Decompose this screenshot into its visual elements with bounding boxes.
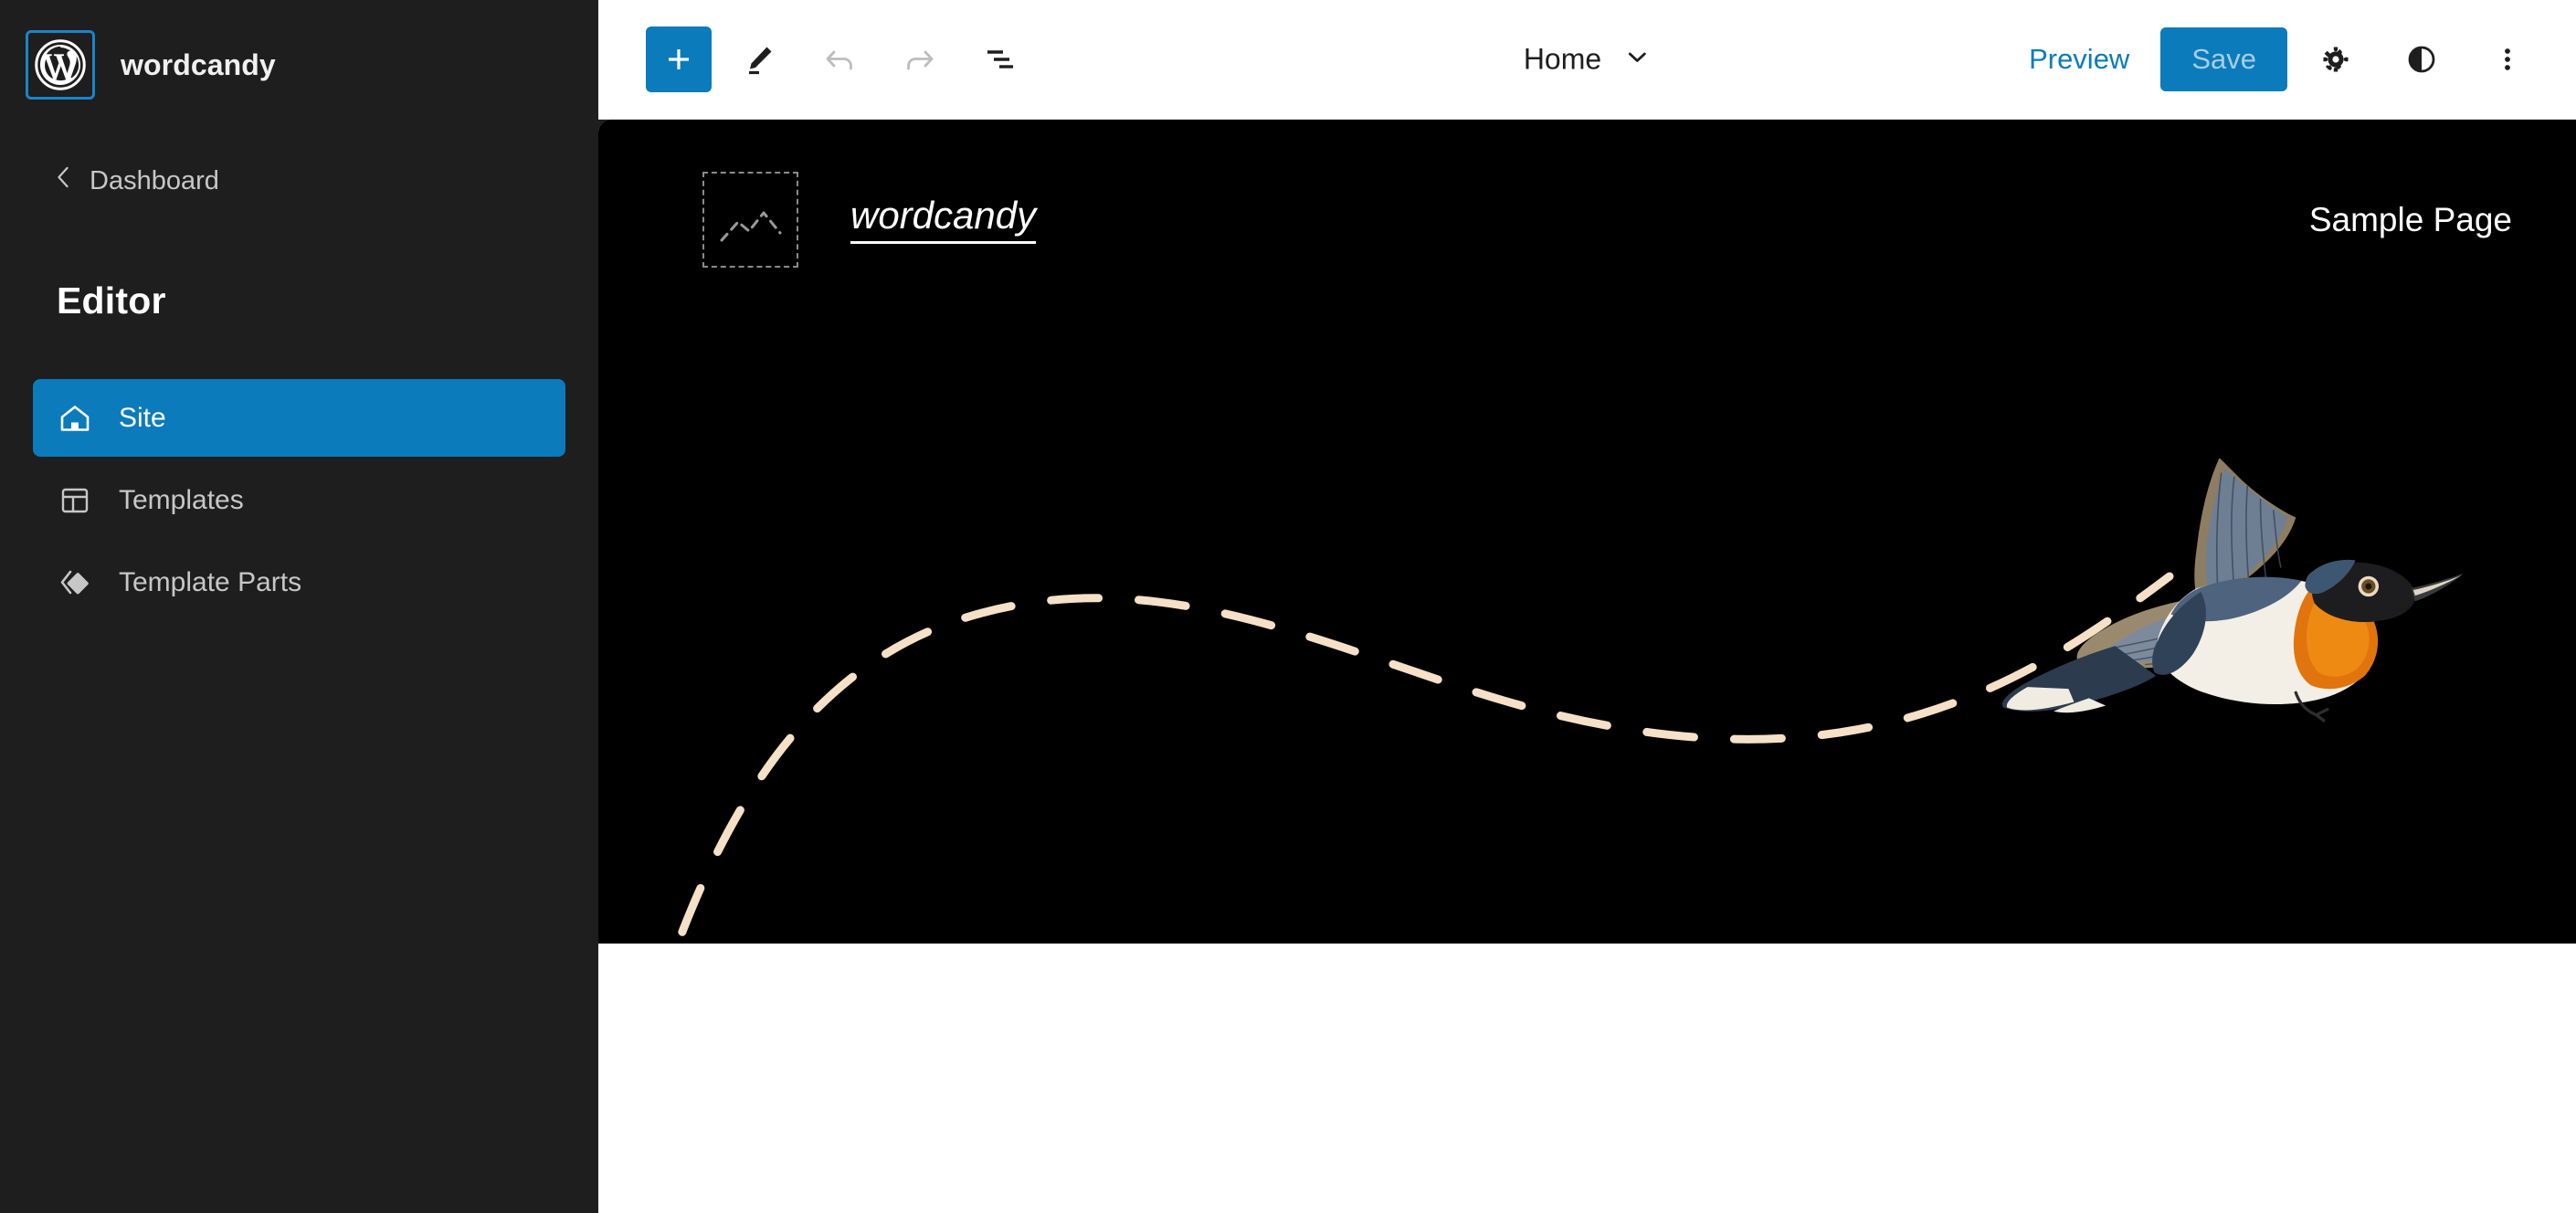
sidebar-back-label: Dashboard [90,166,219,196]
sidebar-brand[interactable]: wordcandy [0,0,598,108]
list-view-button[interactable] [967,26,1033,92]
editor-app: wordcandy Dashboard Editor Site [0,0,2576,1213]
sidebar-item-templates[interactable]: Templates [33,461,565,539]
sidebar-item-site[interactable]: Site [33,379,565,457]
three-dots-vertical-icon [2487,39,2528,79]
list-view-icon [980,39,1020,79]
document-title: Home [1524,43,1601,77]
save-button[interactable]: Save [2160,27,2287,91]
template-parts-icon [55,563,95,603]
sidebar-item-label: Templates [119,485,244,516]
editor-canvas-wrapper: wordcandy Sample Page [598,120,2576,1213]
undo-button[interactable] [807,26,872,92]
sidebar-nav: Site Templates [0,379,598,621]
contrast-icon [2402,39,2442,79]
add-block-button[interactable] [646,26,712,92]
toolbar-left-group [598,26,1048,92]
gear-icon [2316,39,2356,79]
pencil-icon [740,40,778,79]
document-title-dropdown[interactable]: Home [1524,43,1651,77]
sidebar-item-label: Site [119,403,166,434]
undo-icon [819,39,860,79]
hero-section[interactable]: wordcandy Sample Page [598,120,2576,944]
editor-canvas[interactable]: wordcandy Sample Page [598,120,2576,1213]
layout-icon [55,480,95,521]
sidebar-site-name: wordcandy [121,48,276,82]
editor-toolbar: Home Preview Save [598,0,2576,120]
plus-icon [660,41,697,78]
site-logo-placeholder[interactable] [702,172,798,268]
nav-item-sample-page[interactable]: Sample Page [2309,201,2512,239]
styles-button[interactable] [2384,22,2459,97]
redo-button[interactable] [887,26,953,92]
main-area: Home Preview Save [598,0,2576,1213]
toolbar-right-group: Preview Save [2003,22,2576,97]
chevron-down-icon [1623,44,1651,76]
site-header: wordcandy Sample Page [702,172,2512,268]
sidebar-back-to-dashboard[interactable]: Dashboard [0,153,598,208]
chevron-left-icon [53,163,73,198]
sidebar: wordcandy Dashboard Editor Site [0,0,598,1213]
preview-button[interactable]: Preview [2003,43,2155,76]
sidebar-item-label: Template Parts [119,567,301,598]
more-options-button[interactable] [2470,22,2545,97]
sidebar-heading: Editor [0,280,598,322]
image-placeholder-icon [714,184,787,257]
home-icon [55,398,95,438]
edit-tool-button[interactable] [726,26,792,92]
redo-icon [900,39,940,79]
site-title[interactable]: wordcandy [850,196,1036,244]
sidebar-item-template-parts[interactable]: Template Parts [33,543,565,621]
wordpress-logo-icon[interactable] [26,30,95,100]
settings-button[interactable] [2298,22,2373,97]
